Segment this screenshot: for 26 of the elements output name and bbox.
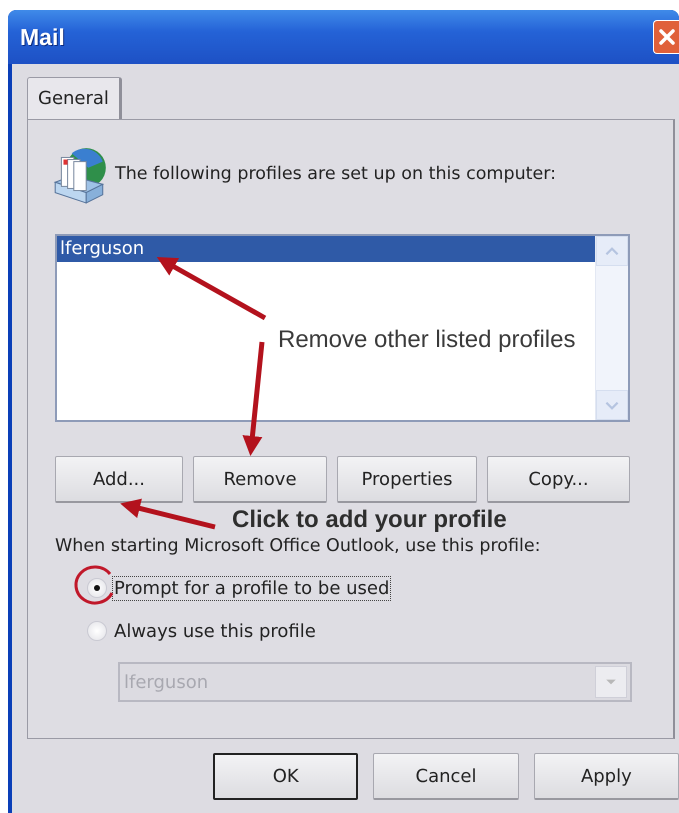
tab[interactable]: General — [27, 77, 122, 119]
dialog-button[interactable]: Apply — [534, 753, 679, 800]
dialog-button[interactable]: Cancel — [373, 753, 519, 800]
list-item[interactable]: lferguson — [57, 236, 595, 262]
profile-button[interactable]: Copy... — [487, 456, 630, 503]
window-title: Mail — [20, 24, 66, 50]
dialog-button[interactable]: OK — [213, 753, 358, 800]
annotation-text: Remove other listed profiles — [278, 328, 576, 352]
caret-icon — [605, 678, 617, 686]
profile-button[interactable]: Add... — [55, 456, 183, 503]
profile-button[interactable]: Remove — [193, 456, 327, 503]
radio-button[interactable] — [87, 578, 107, 598]
radio-button[interactable] — [87, 621, 107, 641]
profile-button[interactable]: Properties — [337, 456, 477, 503]
chevron-down-icon — [605, 400, 619, 410]
radio-label[interactable]: Always use this profile — [112, 618, 318, 644]
chevron-up-icon — [605, 246, 619, 256]
radio-label[interactable]: Prompt for a profile to be used — [112, 576, 392, 600]
scroll-down-button[interactable] — [596, 390, 628, 420]
close-button[interactable] — [653, 20, 679, 54]
startup-label: When starting Microsoft Office Outlook, use this profile: — [55, 536, 542, 556]
scroll-up-button[interactable] — [596, 236, 628, 266]
annotation-text: Click to add your profile — [232, 508, 507, 532]
profiles-heading: The following profiles are set up on this computer: — [115, 164, 556, 184]
close-icon — [657, 27, 677, 47]
scrollbar[interactable] — [595, 236, 628, 420]
